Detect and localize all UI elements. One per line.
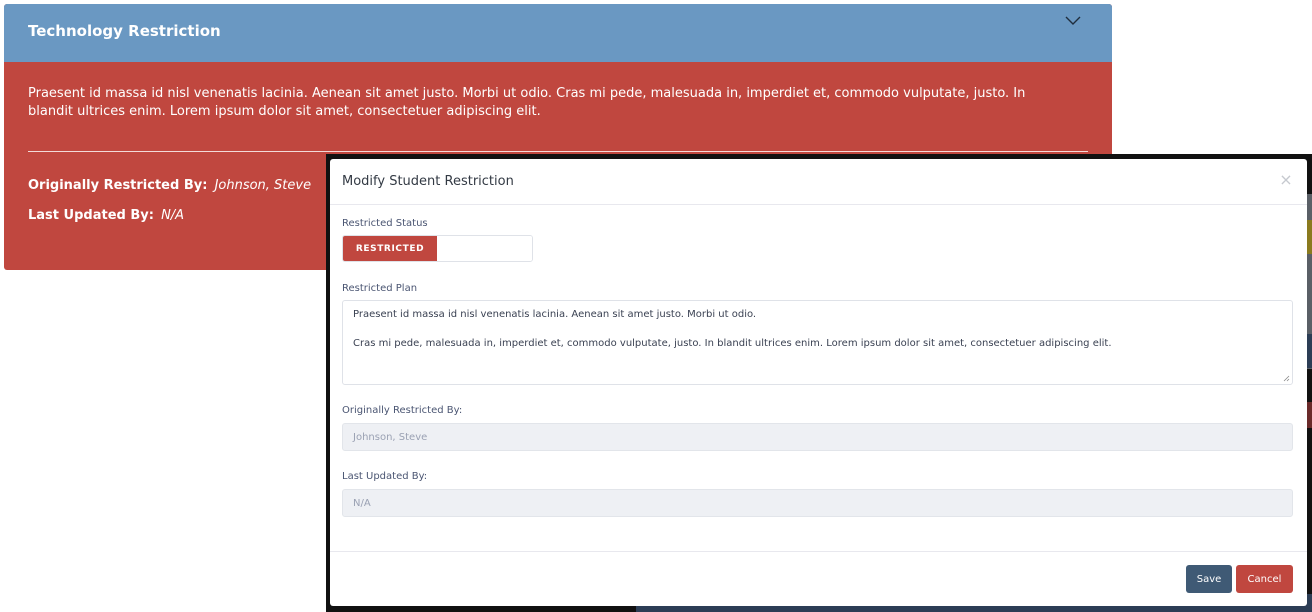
- restricted-plan-textarea[interactable]: Praesent id massa id nisl venenatis laci…: [342, 300, 1293, 385]
- last-updated-field: N/A: [342, 489, 1293, 517]
- last-updated-field-label: Last Updated By:: [342, 471, 428, 482]
- restriction-description: Praesent id massa id nisl venenatis laci…: [28, 86, 1026, 119]
- modal-footer: Save Cancel: [330, 551, 1307, 606]
- originally-restricted-label: Originally Restricted By:: [28, 178, 208, 193]
- restricted-status-toggle[interactable]: RESTRICTED: [342, 235, 533, 262]
- last-updated-label: Last Updated By:: [28, 208, 154, 223]
- modal-header: Modify Student Restriction ×: [330, 159, 1307, 205]
- originally-restricted-field: Johnson, Steve: [342, 423, 1293, 451]
- originally-restricted-field-label: Originally Restricted By:: [342, 405, 463, 416]
- restricted-plan-label: Restricted Plan: [342, 283, 418, 294]
- card-header[interactable]: Technology Restriction: [4, 4, 1112, 62]
- toggle-restricted-option[interactable]: RESTRICTED: [343, 236, 437, 261]
- plan-line-2: Cras mi pede, malesuada in, imperdiet et…: [353, 338, 1112, 349]
- plan-line-1: Praesent id massa id nisl venenatis laci…: [353, 309, 757, 320]
- save-button[interactable]: Save: [1186, 565, 1232, 593]
- card-title: Technology Restriction: [28, 22, 221, 40]
- originally-restricted-value: Johnson, Steve: [214, 178, 312, 193]
- cancel-button[interactable]: Cancel: [1236, 565, 1293, 593]
- close-icon[interactable]: ×: [1279, 172, 1293, 188]
- divider: [28, 151, 1088, 152]
- toggle-unrestricted-option[interactable]: [437, 236, 532, 261]
- chevron-down-icon[interactable]: [1064, 14, 1082, 28]
- restricted-status-label: Restricted Status: [342, 218, 428, 229]
- modal-title: Modify Student Restriction: [342, 174, 514, 189]
- modify-restriction-modal: Modify Student Restriction × Restricted …: [330, 159, 1307, 606]
- modal-body: Restricted Status RESTRICTED Restricted …: [330, 205, 1307, 551]
- resize-grip-icon[interactable]: [1283, 375, 1290, 382]
- last-updated-value: N/A: [161, 208, 185, 223]
